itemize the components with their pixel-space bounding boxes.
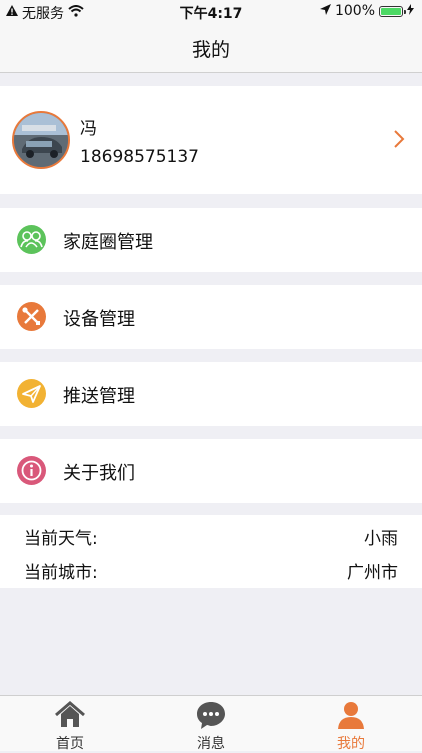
menu-item-family-circle[interactable]: 家庭圈管理 — [0, 208, 422, 272]
home-icon — [55, 701, 85, 727]
menu-label-push: 推送管理 — [63, 386, 135, 407]
menu-label-family-circle: 家庭圈管理 — [63, 232, 153, 253]
city-value: 广州市 — [347, 563, 398, 583]
menu-label-about: 关于我们 — [63, 463, 135, 484]
family-circle-icon — [17, 225, 46, 254]
city-label: 当前城市: — [24, 563, 98, 583]
person-icon — [338, 702, 364, 729]
weather-panel: 当前天气: 小雨 当前城市: 广州市 — [0, 515, 422, 588]
profile-phone: 18698575137 — [80, 147, 199, 167]
weather-row: 当前天气: 小雨 — [24, 524, 398, 550]
city-row: 当前城市: 广州市 — [24, 558, 398, 584]
info-icon — [17, 456, 46, 485]
weather-value: 小雨 — [364, 529, 398, 549]
tab-label-messages: 消息 — [197, 736, 225, 752]
tab-label-home: 首页 — [56, 736, 84, 752]
message-icon — [197, 702, 225, 729]
tab-label-mine: 我的 — [337, 736, 365, 752]
paper-plane-icon — [17, 379, 46, 408]
profile-card[interactable]: 冯 18698575137 — [0, 86, 422, 194]
tab-home[interactable]: 首页 — [20, 696, 120, 752]
status-right: 100% — [319, 3, 414, 19]
profile-name: 冯 — [80, 119, 97, 139]
navigation-bar: 我的 — [0, 24, 422, 73]
charging-bolt-icon — [407, 3, 414, 19]
menu-item-device[interactable]: 设备管理 — [0, 285, 422, 349]
tab-mine[interactable]: 我的 — [301, 696, 401, 752]
chevron-right-icon[interactable] — [392, 128, 406, 150]
avatar[interactable] — [12, 111, 70, 169]
battery-percent: 100% — [334, 3, 375, 19]
tab-bar: 首页 消息 我的 — [0, 695, 422, 752]
status-bar: 无服务 下午4:17 100% — [0, 0, 422, 24]
menu-label-device: 设备管理 — [63, 309, 135, 330]
device-tools-icon — [17, 302, 46, 331]
menu-item-about[interactable]: 关于我们 — [0, 439, 422, 503]
weather-label: 当前天气: — [24, 529, 98, 549]
page-title: 我的 — [191, 39, 230, 61]
menu-item-push[interactable]: 推送管理 — [0, 362, 422, 426]
battery-icon — [379, 5, 406, 17]
tab-messages[interactable]: 消息 — [161, 696, 261, 752]
location-arrow-icon — [319, 3, 331, 19]
